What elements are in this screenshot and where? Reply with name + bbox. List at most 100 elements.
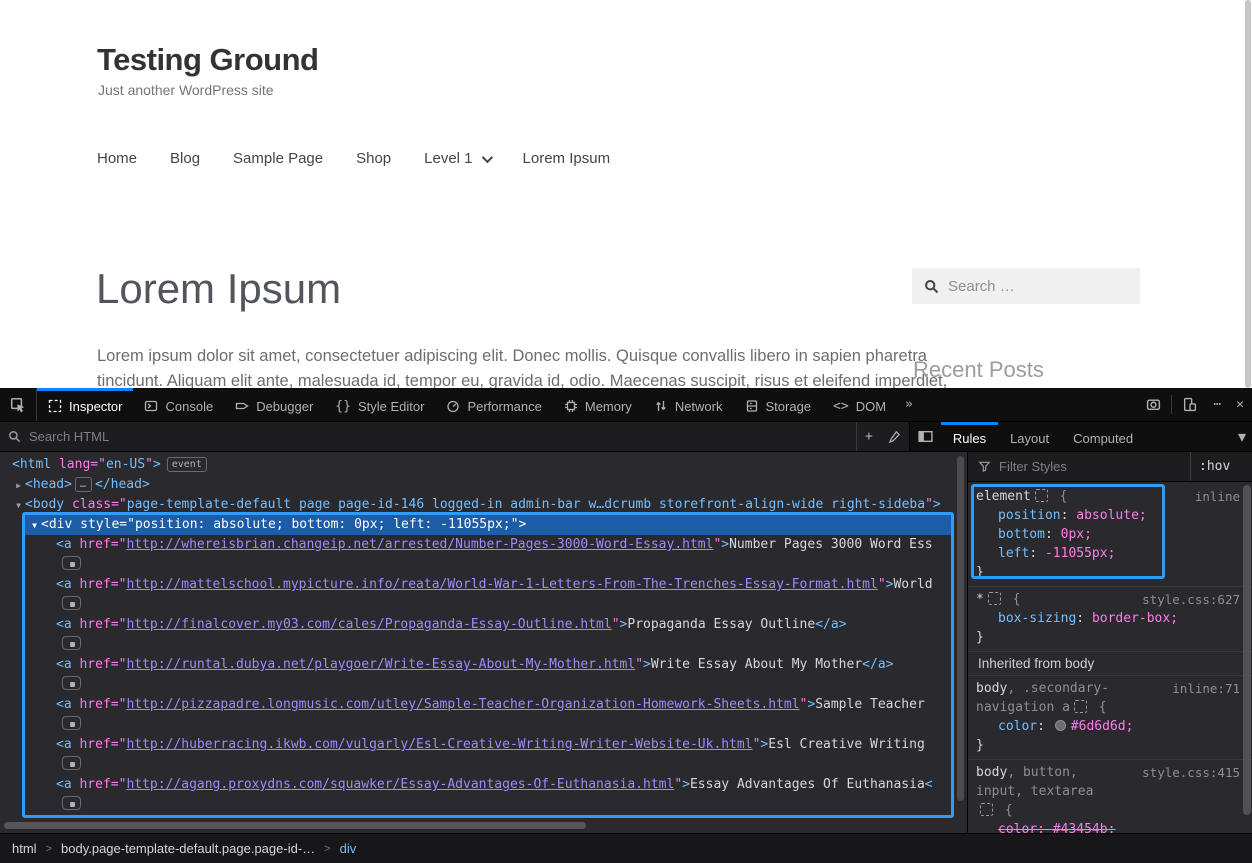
- markup-node-a[interactable]: <a href="http://pizzapadre.longmusic.com…: [0, 695, 967, 715]
- attribute-name[interactable]: href: [72, 657, 111, 672]
- browser-scrollbar[interactable]: [1245, 0, 1251, 388]
- markup-node-whitespace[interactable]: [0, 795, 967, 815]
- css-declaration[interactable]: color: #6d6d6d;: [976, 717, 1232, 736]
- markup-node-a[interactable]: <a href="http://whereisbrian.changeip.ne…: [0, 535, 967, 555]
- collapsed-children-badge[interactable]: …: [75, 477, 92, 492]
- attribute-name[interactable]: href: [72, 777, 111, 792]
- property-value[interactable]: -11055px: [1045, 546, 1108, 561]
- devtools-tab-debugger[interactable]: Debugger: [224, 388, 324, 421]
- element-picker-icon[interactable]: [0, 388, 37, 421]
- breadcrumb-item-0[interactable]: html: [12, 841, 37, 856]
- css-declaration[interactable]: position: absolute;: [976, 506, 1232, 525]
- attribute-name[interactable]: style: [72, 517, 119, 532]
- property-value[interactable]: border-box: [1092, 611, 1170, 626]
- add-node-icon[interactable]: +: [857, 422, 880, 451]
- whitespace-node-badge[interactable]: [62, 716, 81, 730]
- sidebar-tab-layout[interactable]: Layout: [998, 422, 1061, 451]
- attribute-name[interactable]: href: [72, 577, 111, 592]
- devtools-tab-dom[interactable]: <>DOM: [822, 388, 897, 421]
- link-text[interactable]: Write Essay About My Mother: [651, 657, 862, 672]
- property-value[interactable]: 0px: [1061, 527, 1084, 542]
- markup-node-whitespace[interactable]: [0, 675, 967, 695]
- expand-arrow-icon[interactable]: ▶: [12, 476, 25, 496]
- selector-highlighter-icon[interactable]: [980, 803, 993, 816]
- rule-source-link[interactable]: style.css:415: [1142, 763, 1240, 782]
- nav-item-blog[interactable]: Blog: [170, 150, 200, 167]
- attribute-name[interactable]: href: [72, 697, 111, 712]
- attribute-name[interactable]: href: [72, 737, 111, 752]
- link-text[interactable]: Esl Creative Writing: [768, 737, 925, 752]
- whitespace-node-badge[interactable]: [62, 636, 81, 650]
- expand-arrow-icon[interactable]: ▼: [28, 516, 41, 536]
- markup-node-whitespace[interactable]: [0, 595, 967, 615]
- markup-node-a[interactable]: <a href="http://huberracing.ikwb.com/vul…: [0, 735, 967, 755]
- attribute-name[interactable]: href: [72, 617, 111, 632]
- property-name[interactable]: box-sizing: [998, 611, 1076, 626]
- href-value[interactable]: http://agang.proxydns.com/squawker/Essay…: [126, 777, 674, 792]
- attribute-value[interactable]: en-US: [106, 457, 145, 472]
- more-tabs-icon[interactable]: »: [897, 388, 920, 421]
- rule-source-link[interactable]: style.css:627: [1142, 590, 1240, 609]
- markup-node-div[interactable]: ▼<div style="position: absolute; bottom:…: [0, 515, 967, 535]
- nav-item-level-1[interactable]: Level 1: [424, 150, 489, 167]
- devtools-tab-storage[interactable]: Storage: [734, 388, 823, 421]
- close-devtools-icon[interactable]: ✕: [1228, 388, 1252, 421]
- property-name[interactable]: position: [998, 508, 1061, 523]
- attribute-name[interactable]: class: [64, 497, 111, 512]
- link-text[interactable]: Propaganda Essay Outline: [627, 617, 815, 632]
- href-value[interactable]: http://pizzapadre.longmusic.com/utley/Sa…: [126, 697, 799, 712]
- property-value[interactable]: absolute: [1076, 508, 1139, 523]
- eyedropper-icon[interactable]: [880, 422, 909, 451]
- markup-node-a[interactable]: <a href="http://finalcover.my03.com/cale…: [0, 615, 967, 635]
- breadcrumb-item-selected[interactable]: div: [340, 841, 357, 856]
- href-value[interactable]: http://runtal.dubya.net/playgoer/Write-E…: [126, 657, 635, 672]
- property-name[interactable]: left: [998, 546, 1029, 561]
- site-search-input[interactable]: Search …: [912, 268, 1140, 304]
- attribute-name[interactable]: lang: [51, 457, 90, 472]
- attribute-name[interactable]: href: [72, 537, 111, 552]
- markup-node-whitespace[interactable]: [0, 555, 967, 575]
- devtools-tab-performance[interactable]: Performance: [435, 388, 552, 421]
- expand-arrow-icon[interactable]: ▼: [12, 496, 25, 516]
- devtools-tab-inspector[interactable]: Inspector: [37, 388, 133, 421]
- href-value[interactable]: http://finalcover.my03.com/cales/Propaga…: [126, 617, 611, 632]
- whitespace-node-badge[interactable]: [62, 676, 81, 690]
- markup-node-html[interactable]: <html lang="en-US">event: [0, 455, 967, 475]
- href-value[interactable]: http://huberracing.ikwb.com/vulgarly/Esl…: [126, 737, 752, 752]
- whitespace-node-badge[interactable]: [62, 596, 81, 610]
- filter-styles-input[interactable]: Filter Styles :hov .cls: [968, 452, 1252, 482]
- css-declaration[interactable]: color: #43454b;: [976, 820, 1232, 833]
- property-name[interactable]: color: [998, 719, 1037, 734]
- v-scrollbar-thumb[interactable]: [957, 456, 964, 801]
- whitespace-node-badge[interactable]: [62, 556, 81, 570]
- devtools-tab-network[interactable]: Network: [643, 388, 734, 421]
- property-name[interactable]: bottom: [998, 527, 1045, 542]
- search-html-input[interactable]: Search HTML: [0, 422, 856, 451]
- screenshot-icon[interactable]: [1138, 388, 1169, 421]
- href-value[interactable]: http://whereisbrian.changeip.net/arreste…: [126, 537, 713, 552]
- sidebar-tab-rules[interactable]: Rules: [941, 422, 998, 451]
- whitespace-node-badge[interactable]: [62, 756, 81, 770]
- nav-item-home[interactable]: Home: [97, 150, 137, 167]
- link-text[interactable]: Number Pages 3000 Word Ess: [729, 537, 933, 552]
- breadcrumb-item-1[interactable]: body.page-template-default.page.page-id-…: [61, 841, 315, 856]
- sidebar-tabs-dropdown-icon[interactable]: ▾: [1232, 422, 1252, 451]
- link-text[interactable]: World: [893, 577, 932, 592]
- event-badge[interactable]: event: [167, 457, 207, 472]
- link-text[interactable]: Sample Teacher: [815, 697, 925, 712]
- selector-highlighter-icon[interactable]: [988, 592, 1001, 605]
- nav-item-sample-page[interactable]: Sample Page: [233, 150, 323, 167]
- responsive-design-icon[interactable]: [1174, 388, 1205, 421]
- selector-highlighter-icon[interactable]: [1035, 489, 1048, 502]
- class-button[interactable]: .cls: [1240, 459, 1242, 474]
- three-pane-toggle-icon[interactable]: [910, 422, 941, 451]
- devtools-tab-style-editor[interactable]: {}Style Editor: [324, 388, 435, 421]
- markup-node-whitespace[interactable]: [0, 635, 967, 655]
- property-name[interactable]: color: [998, 822, 1037, 833]
- devtools-tab-memory[interactable]: Memory: [553, 388, 643, 421]
- css-declaration[interactable]: bottom: 0px;: [976, 525, 1232, 544]
- markup-node-whitespace[interactable]: [0, 755, 967, 775]
- attribute-value[interactable]: position: absolute; bottom: 0px; left: -…: [135, 517, 511, 532]
- rule-source-link[interactable]: inline: [1195, 487, 1240, 506]
- rule-source-link[interactable]: inline:71: [1172, 679, 1240, 698]
